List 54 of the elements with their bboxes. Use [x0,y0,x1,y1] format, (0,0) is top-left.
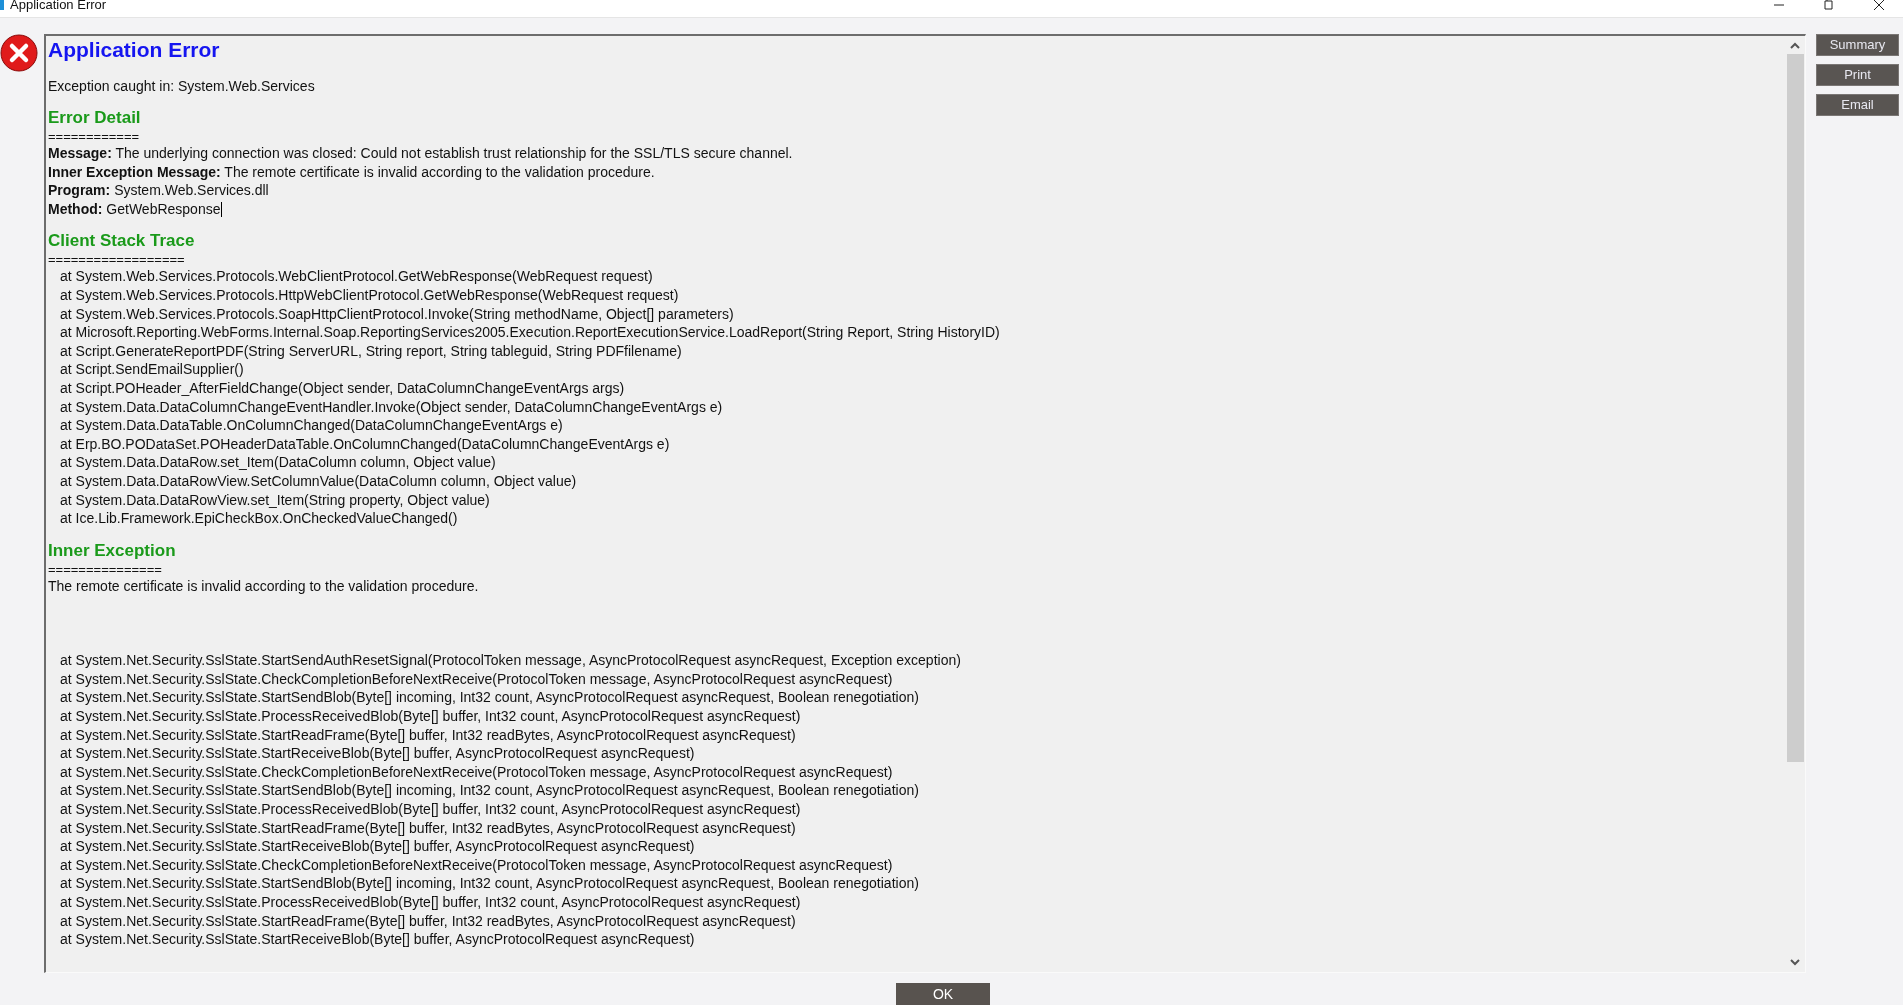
stack-trace-line: at System.Net.Security.SslState.StartSendBlob(Byte[] incoming, Int32 count, AsyncProtocolRequest asyncRequest, Boolean renegotiation) [59,688,919,708]
stack-trace-line: at Microsoft.Reporting.WebForms.Internal.Soap.ReportingServices2005.Execution.ReportExecutionService.LoadReport(String Report, String HistoryID) [59,323,1000,342]
minimize-icon[interactable] [1773,1,1785,8]
stack-trace-line: at System.Net.Security.SslState.StartSendBlob(Byte[] incoming, Int32 count, AsyncProtocolRequest asyncRequest, Boolean renegotiation) [59,781,919,801]
stack-trace-line: at System.Net.Security.SslState.CheckCompletionBeforeNextReceive(ProtocolToken message, AsyncProtocolRequest asyncRequest) [59,762,893,782]
ok-button[interactable]: OK [896,983,990,1005]
stack-trace-line: at System.Web.Services.Protocols.SoapHttpClientProtocol.Invoke(String methodName, Object[] parameters) [59,304,734,324]
stack-trace-line: at System.Net.Security.SslState.StartReadFrame(Byte[] buffer, Int32 readBytes, AsyncProtocolRequest asyncRequest) [59,911,796,931]
separator-text: ============ [48,129,140,144]
stack-trace-line: at System.Net.Security.SslState.ProcessReceivedBlob(Byte[] buffer, Int32 count, AsyncProtocolRequest asyncRequest) [59,893,801,912]
side-button[interactable]: Summary [1816,34,1899,56]
window-title: Application Error [10,0,107,12]
stack-trace-line: at System.Net.Security.SslState.ProcessReceivedBlob(Byte[] buffer, Int32 count, AsyncProtocolRequest asyncRequest) [59,800,801,819]
stack-trace-line: at System.Data.DataRow.set_Item(DataColumn column, Object value) [59,453,496,472]
stack-trace-line: at System.Net.Security.SslState.CheckCompletionBeforeNextReceive(ProtocolToken message, AsyncProtocolRequest asyncRequest) [59,669,893,689]
stack-trace-line: at System.Net.Security.SslState.StartReceiveBlob(Byte[] buffer, AsyncProtocolRequest asyncRequest) [59,744,695,763]
stack-trace-line: at System.Net.Security.SslState.StartReceiveBlob(Byte[] buffer, AsyncProtocolRequest asyncRequest) [59,930,695,949]
report-title: Application Error [48,37,220,63]
exception-source: Exception caught in: System.Web.Services [48,77,315,95]
stack-trace-line: at System.Web.Services.Protocols.WebClientProtocol.GetWebResponse(WebRequest request) [59,267,653,286]
section-heading: Inner Exception [48,539,176,562]
section-heading: Error Detail [48,107,141,129]
close-icon[interactable] [1873,0,1885,10]
inner-exception-message: The remote certificate is invalid according to the validation procedure. [48,576,479,596]
stack-trace-line: at System.Net.Security.SslState.ProcessReceivedBlob(Byte[] buffer, Int32 count, AsyncProtocolRequest asyncRequest) [59,707,801,726]
detail-field: Inner Exception Message: The remote certificate is invalid according to the validation procedure. [48,162,655,182]
stack-trace-line: at System.Data.DataRowView.SetColumnValue(DataColumn column, Object value) [59,471,577,491]
stack-trace-line: at System.Net.Security.SslState.CheckCompletionBeforeNextReceive(ProtocolToken message, AsyncProtocolRequest asyncRequest) [59,855,893,875]
stack-trace-line: at System.Net.Security.SslState.StartReadFrame(Byte[] buffer, Int32 readBytes, AsyncProtocolRequest asyncRequest) [59,725,796,745]
section-heading: Client Stack Trace [48,230,195,253]
stack-trace-line: at System.Net.Security.SslState.StartSendAuthResetSignal(ProtocolToken message, AsyncProtocolRequest asyncRequest, Exception exception) [59,651,961,670]
stack-trace-line: at System.Data.DataColumnChangeEventHandler.Invoke(Object sender, DataColumnChangeEventArgs e) [59,397,723,417]
stack-trace-line: at System.Data.DataTable.OnColumnChanged(DataColumnChangeEventArgs e) [59,416,563,435]
maximize-icon[interactable] [1823,0,1835,10]
stack-trace-line: at Script.GenerateReportPDF(String ServerURL, String report, String tableguid, String PDFfilename) [59,341,682,361]
stack-trace-line: at Script.POHeader_AfterFieldChange(Object sender, DataColumnChangeEventArgs args) [59,378,625,398]
stack-trace-line: at Erp.BO.PODataSet.POHeaderDataTable.OnColumnChanged(DataColumnChangeEventArgs e) [59,434,670,454]
stack-trace-line: at System.Net.Security.SslState.StartSendBlob(Byte[] incoming, Int32 count, AsyncProtocolRequest asyncRequest, Boolean renegotiation) [59,874,919,893]
side-button[interactable]: Print [1816,64,1899,86]
stack-trace-line: at System.Net.Security.SslState.StartReceiveBlob(Byte[] buffer, AsyncProtocolRequest asyncRequest) [59,837,695,856]
detail-field: Method: GetWebResponse [48,199,221,219]
stack-trace-line: at System.Net.Security.SslState.StartReadFrame(Byte[] buffer, Int32 readBytes, AsyncProtocolRequest asyncRequest) [59,818,796,838]
separator-text: =============== [48,561,162,577]
stack-trace-line: at System.Web.Services.Protocols.HttpWebClientProtocol.GetWebResponse(WebRequest request) [59,285,679,305]
detail-field: Message: The underlying connection was closed: Could not establish trust relationship for the SSL/TLS secure channel. [48,144,793,163]
text-cursor [221,201,223,217]
stack-trace-line: at Ice.Lib.Framework.EpiCheckBox.OnCheckedValueChanged() [59,509,458,528]
side-button[interactable]: Email [1816,94,1899,116]
stack-trace-line: at Script.SendEmailSupplier() [59,360,244,379]
scrollbar-thumb[interactable] [1786,54,1804,762]
app-icon [0,0,4,10]
separator-text: ================== [48,252,185,268]
detail-field: Program: System.Web.Services.dll [48,181,269,200]
stack-trace-line: at System.Data.DataRowView.set_Item(String property, Object value) [59,490,490,510]
